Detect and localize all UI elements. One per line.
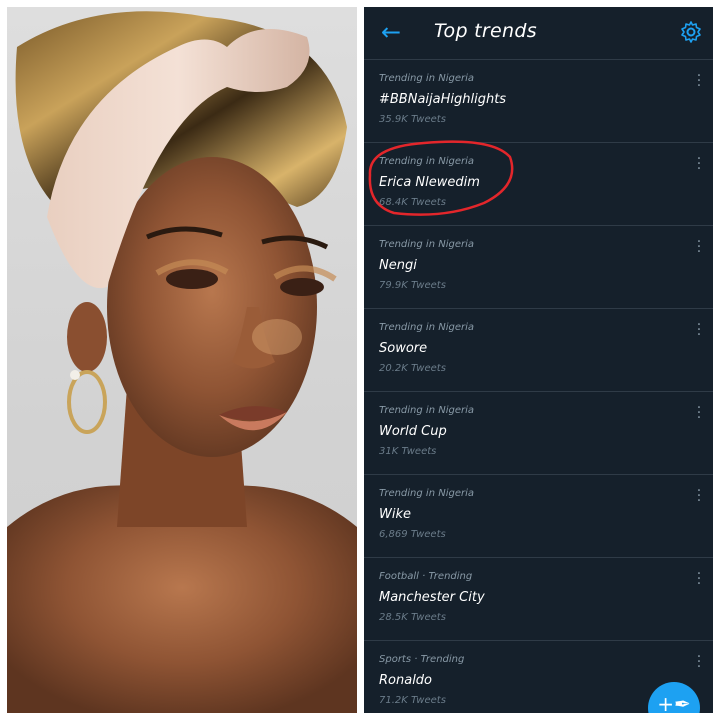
trend-tweet-count: 79.9K Tweets (379, 280, 446, 291)
trend-name: Ronaldo (379, 673, 433, 688)
trend-item[interactable]: Trending in Nigeria Erica Nlewedim 68.4K… (364, 143, 713, 226)
trend-name: Sowore (379, 341, 428, 356)
trend-item[interactable]: Trending in Nigeria Nengi 79.9K Tweets ·… (364, 226, 713, 309)
trend-item[interactable]: Trending in Nigeria #BBNaijaHighlights 3… (364, 60, 713, 143)
top-bar: ← Top trends (364, 7, 713, 60)
more-vertical-icon[interactable]: · · · (695, 567, 703, 591)
trend-tweet-count: 68.4K Tweets (379, 197, 446, 208)
portrait-photo (7, 7, 357, 713)
arrow-left-icon[interactable]: ← (378, 19, 404, 45)
trend-context: Sports · Trending (379, 654, 465, 665)
trend-context: Trending in Nigeria (379, 239, 474, 250)
woman-portrait-illustration (7, 11, 357, 713)
trend-context: Trending in Nigeria (379, 405, 474, 416)
trend-name: Erica Nlewedim (379, 175, 480, 190)
trend-name: Wike (379, 507, 411, 522)
more-vertical-icon[interactable]: · · · (695, 650, 703, 674)
trend-item[interactable]: Trending in Nigeria World Cup 31K Tweets… (364, 392, 713, 475)
trend-tweet-count: 31K Tweets (379, 446, 437, 457)
trend-item[interactable]: Football · Trending Manchester City 28.5… (364, 558, 713, 641)
trend-name: #BBNaijaHighlights (379, 92, 507, 107)
trend-name: Nengi (379, 258, 417, 273)
trend-tweet-count: 20.2K Tweets (379, 363, 446, 374)
trend-name: World Cup (379, 424, 447, 439)
trends-screen: ← Top trends Trending in Nigeria #BBNaij… (364, 7, 713, 713)
gear-icon[interactable] (679, 20, 703, 44)
trend-item[interactable]: Trending in Nigeria Wike 6,869 Tweets · ·… (364, 475, 713, 558)
trend-name: Manchester City (379, 590, 485, 605)
trend-tweet-count: 6,869 Tweets (379, 529, 446, 540)
trend-tweet-count: 35.9K Tweets (379, 114, 446, 125)
trend-tweet-count: 28.5K Tweets (379, 612, 446, 623)
page-title: Top trends (434, 20, 537, 42)
more-vertical-icon[interactable]: · · · (695, 235, 703, 259)
more-vertical-icon[interactable]: · · · (695, 401, 703, 425)
trend-context: Trending in Nigeria (379, 488, 474, 499)
more-vertical-icon[interactable]: · · · (695, 484, 703, 508)
trend-context: Trending in Nigeria (379, 156, 474, 167)
trend-tweet-count: 71.2K Tweets (379, 695, 446, 706)
trend-context: Football · Trending (379, 571, 473, 582)
trend-item[interactable]: Trending in Nigeria Sowore 20.2K Tweets … (364, 309, 713, 392)
trend-context: Trending in Nigeria (379, 73, 474, 84)
more-vertical-icon[interactable]: · · · (695, 318, 703, 342)
more-vertical-icon[interactable]: · · · (695, 152, 703, 176)
trend-context: Trending in Nigeria (379, 322, 474, 333)
more-vertical-icon[interactable]: · · · (695, 69, 703, 93)
